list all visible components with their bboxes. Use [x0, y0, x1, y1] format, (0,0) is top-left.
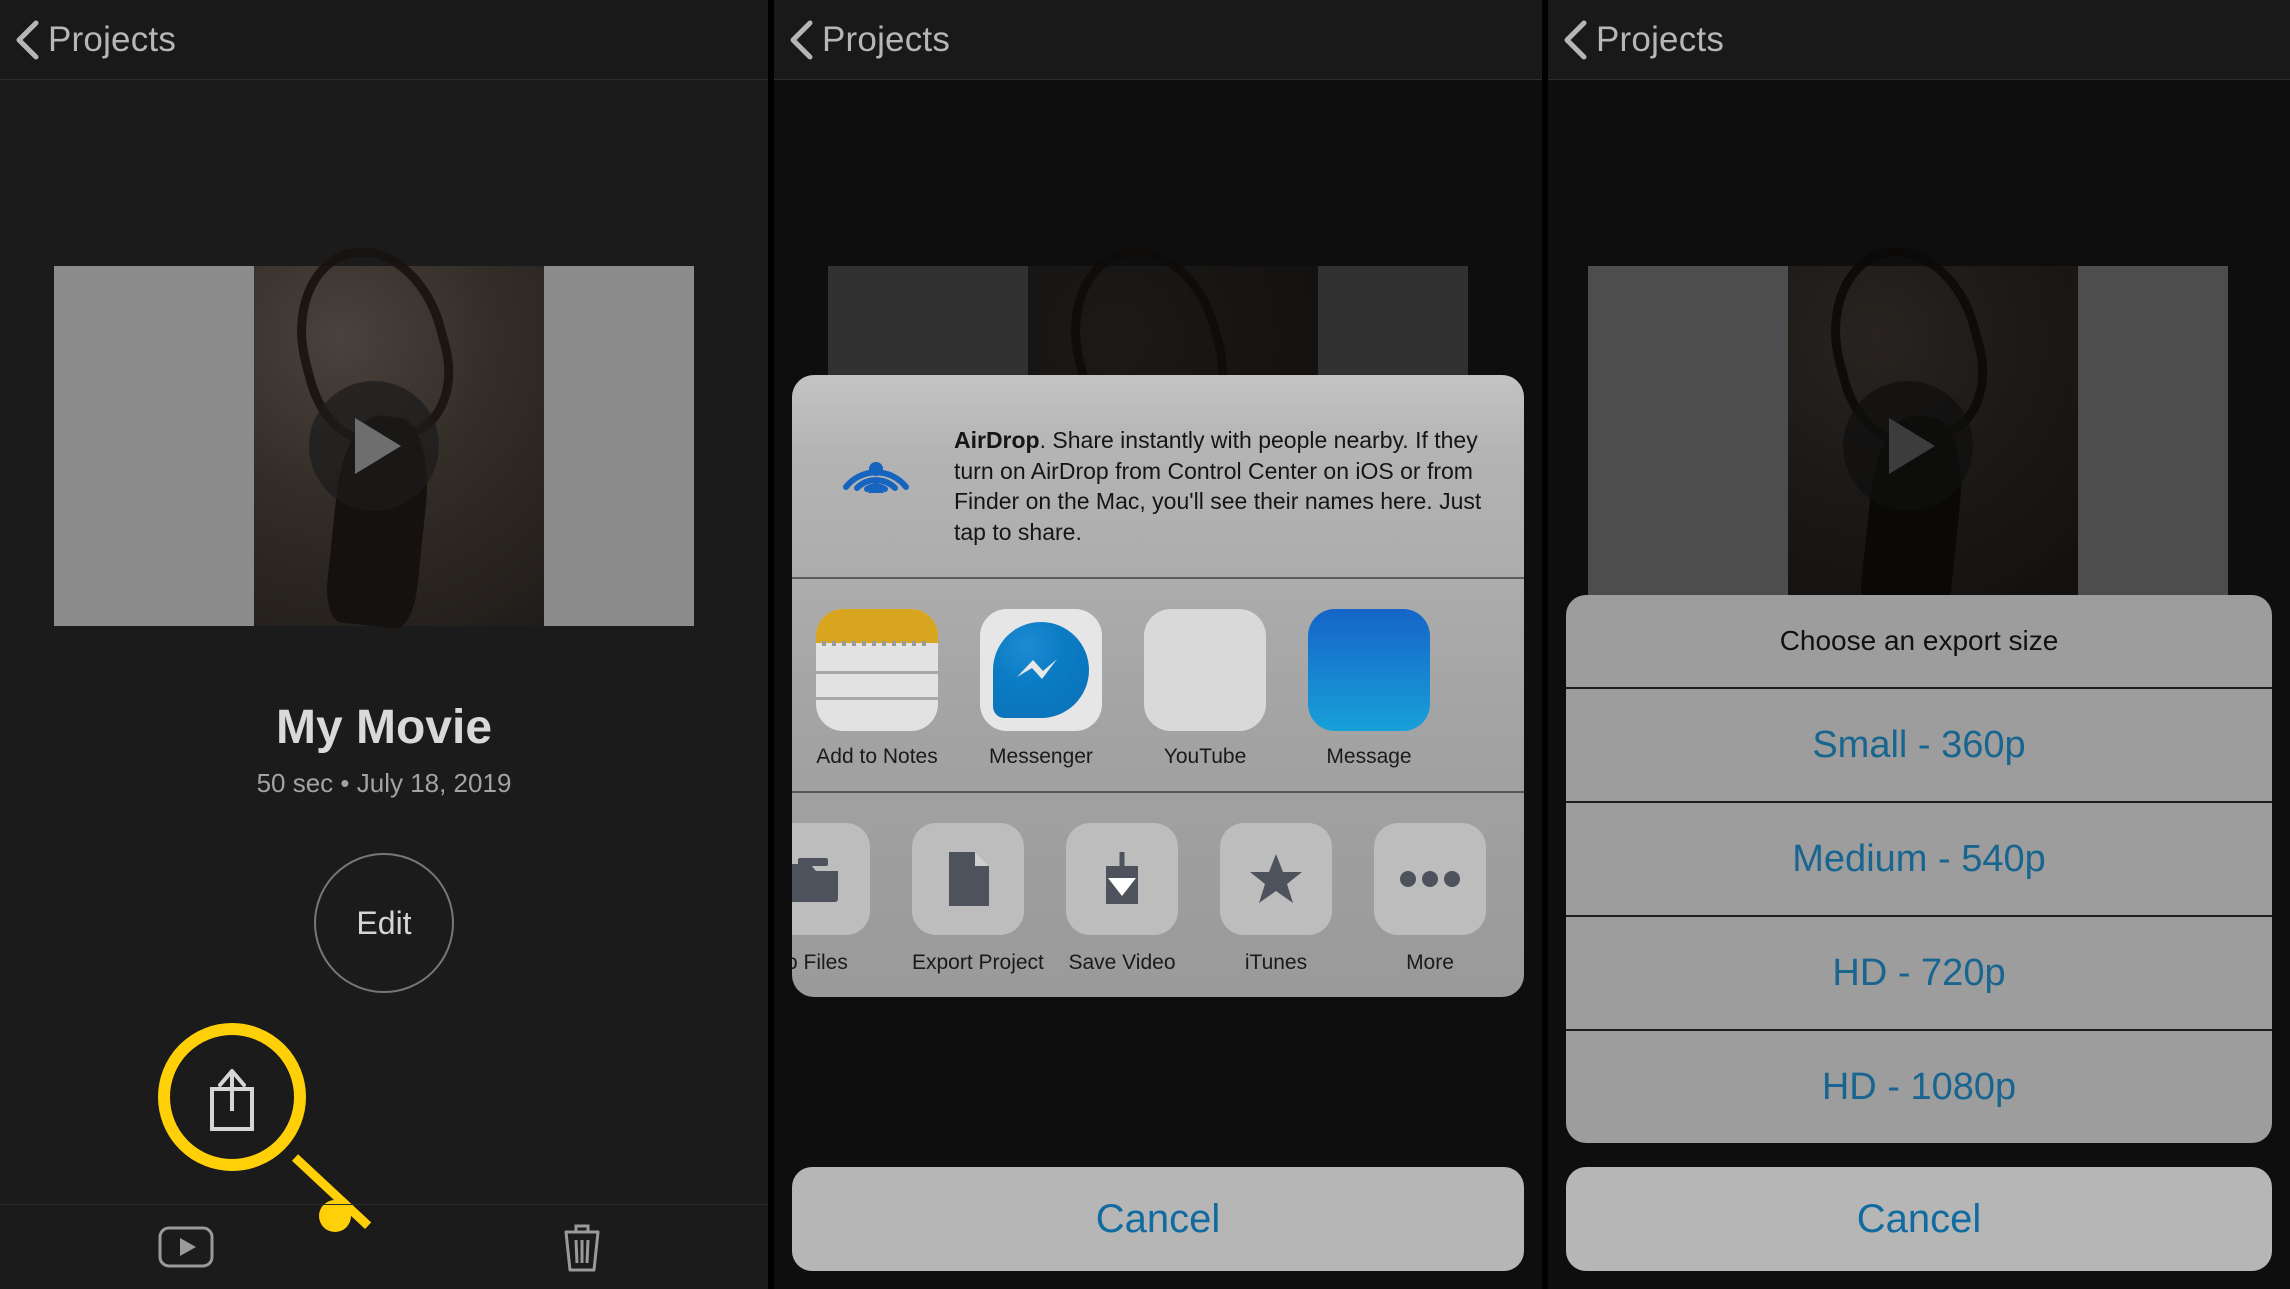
share-apps-row: Add to Notes Messenger YouTube Message: [792, 579, 1524, 791]
export-option-hd1080[interactable]: HD - 1080p: [1566, 1029, 2272, 1143]
youtube-icon: [1144, 609, 1266, 732]
export-dialog-title: Choose an export size: [1779, 625, 2059, 656]
back-label[interactable]: Projects: [822, 20, 950, 60]
bottom-toolbar: [0, 1204, 768, 1289]
ellipsis-icon: [1374, 823, 1486, 936]
airdrop-section[interactable]: AirDrop. Share instantly with people nea…: [792, 375, 1524, 577]
play-rect-icon[interactable]: [157, 1218, 215, 1276]
share-action-more[interactable]: More: [1374, 823, 1486, 975]
messenger-icon: [980, 609, 1102, 732]
play-button-overlay[interactable]: [309, 381, 439, 511]
back-label[interactable]: Projects: [1596, 20, 1724, 60]
screenshot-stage: Projects My Movie 50 sec • July 18, 2019…: [0, 0, 2290, 1289]
share-actions-row: to Files Export Project: [792, 793, 1524, 997]
sheet-divider-2: [792, 791, 1524, 794]
share-action-label: iTunes: [1244, 951, 1308, 975]
share-sheet: AirDrop. Share instantly with people nea…: [792, 375, 1524, 998]
share-icon-highlighted[interactable]: [205, 1065, 259, 1138]
movie-meta: 50 sec • July 18, 2019: [256, 768, 512, 798]
panel-share-sheet: Projects AirDrop. Share instantly with p…: [774, 0, 1542, 1289]
share-action-label: to Files: [792, 951, 848, 975]
share-action-export-project[interactable]: Export Project: [912, 823, 1044, 975]
edit-button-label: Edit: [356, 904, 412, 941]
document-icon: [912, 823, 1024, 936]
share-action-label: Export Project: [912, 951, 1044, 975]
navbar-panel1: Projects: [0, 0, 768, 80]
share-app-label: Add to Notes: [816, 745, 938, 769]
save-to-files-icon: [792, 823, 870, 936]
navbar-panel3: Projects: [1548, 0, 2290, 80]
messages-icon: [1308, 609, 1430, 732]
share-icon[interactable]: [355, 1218, 413, 1276]
page-title: My Movie: [275, 701, 493, 754]
video-thumbnail[interactable]: [54, 266, 694, 626]
share-action-itunes[interactable]: iTunes: [1220, 823, 1332, 975]
export-option-label: Medium - 540p: [1792, 837, 2046, 880]
edit-button[interactable]: Edit: [314, 853, 454, 993]
export-option-label: HD - 1080p: [1821, 1065, 2017, 1108]
export-size-dialog: Choose an export size Small - 360p Mediu…: [1566, 595, 2272, 1143]
chevron-left-icon[interactable]: [14, 20, 40, 60]
cancel-button-label: Cancel: [1856, 1196, 1982, 1241]
download-box-icon: [1066, 823, 1178, 936]
cancel-button-label: Cancel: [1095, 1196, 1221, 1241]
cancel-button[interactable]: Cancel: [792, 1167, 1524, 1271]
share-app-label: YouTube: [1163, 745, 1247, 769]
share-app-notes[interactable]: Add to Notes: [816, 609, 938, 769]
share-action-label: Save Video: [1068, 951, 1176, 975]
airdrop-description: AirDrop. Share instantly with people nea…: [954, 409, 1488, 547]
export-option-label: HD - 720p: [1832, 951, 2006, 994]
share-app-youtube[interactable]: YouTube: [1144, 609, 1266, 769]
star-icon: [1220, 823, 1332, 936]
panel-export-size: Projects Choose an export size Small - 3…: [1548, 0, 2290, 1289]
navbar-panel2: Projects: [774, 0, 1542, 80]
export-option-medium[interactable]: Medium - 540p: [1566, 801, 2272, 915]
share-app-messenger[interactable]: Messenger: [980, 609, 1102, 769]
share-action-save-to-files[interactable]: to Files: [792, 823, 870, 975]
notes-icon: [816, 609, 938, 732]
trash-icon[interactable]: [553, 1218, 611, 1276]
airdrop-bold-lead: AirDrop: [954, 427, 1040, 453]
chevron-left-icon[interactable]: [1562, 20, 1588, 60]
sheet-divider-1: [792, 577, 1524, 580]
export-option-hd720[interactable]: HD - 720p: [1566, 915, 2272, 1029]
chevron-left-icon[interactable]: [788, 20, 814, 60]
share-action-save-video[interactable]: Save Video: [1066, 823, 1178, 975]
export-option-label: Small - 360p: [1812, 723, 2026, 766]
cancel-button[interactable]: Cancel: [1566, 1167, 2272, 1271]
panel-project-detail: Projects My Movie 50 sec • July 18, 2019…: [0, 0, 768, 1289]
share-app-message[interactable]: Message: [1308, 609, 1430, 769]
play-icon: [355, 418, 401, 474]
share-action-label: More: [1406, 951, 1454, 975]
airdrop-icon: [824, 409, 928, 513]
export-option-small[interactable]: Small - 360p: [1566, 687, 2272, 801]
share-app-label: Messenger: [989, 745, 1093, 769]
back-label[interactable]: Projects: [48, 20, 176, 60]
share-app-label: Message: [1326, 745, 1412, 769]
